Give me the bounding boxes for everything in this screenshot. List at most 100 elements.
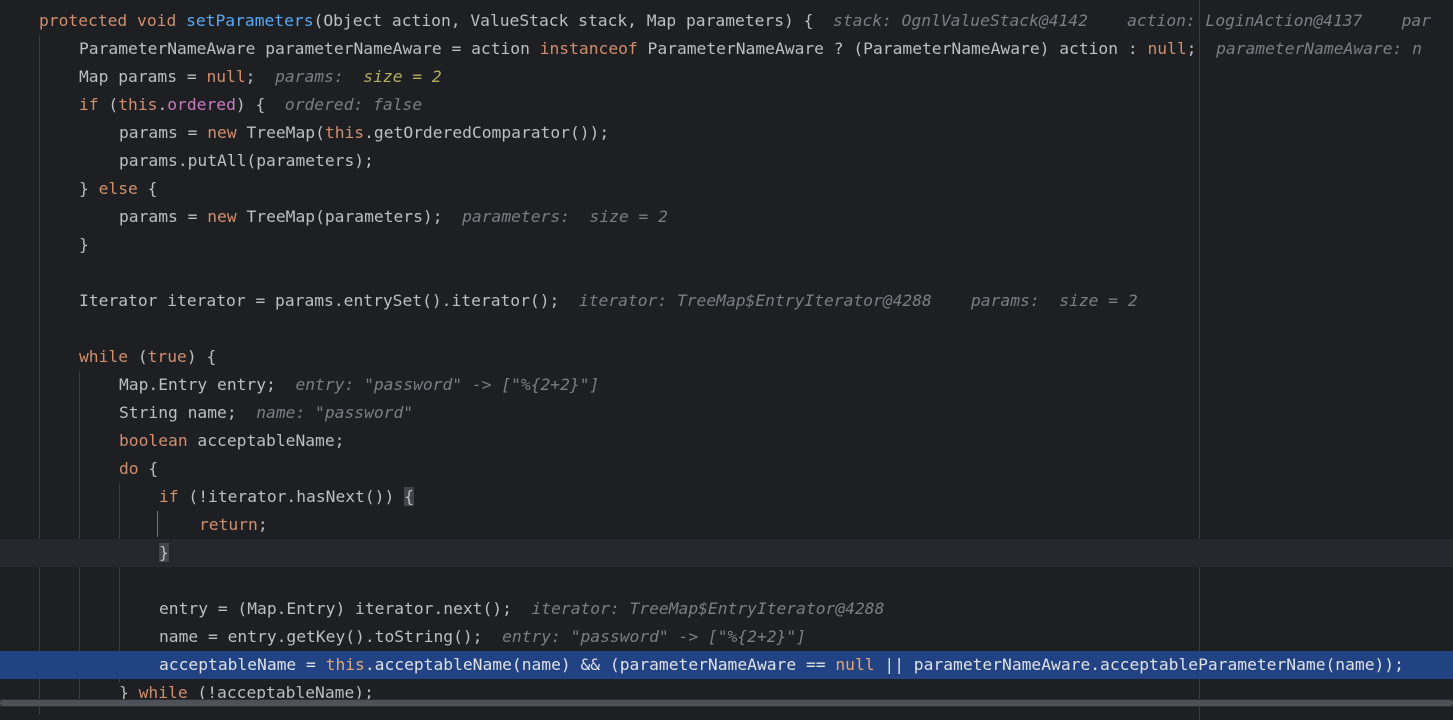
code-line[interactable]: } else { (0, 175, 1453, 203)
code-line[interactable] (0, 315, 1453, 343)
code-text: entry = (Map.Entry) iterator.next(); ite… (159, 595, 884, 623)
debug-inline-hint: iterator: TreeMap$EntryIterator@4288 par… (559, 291, 1138, 310)
code-token: } (79, 235, 89, 254)
code-token: params.putAll(parameters); (119, 151, 374, 170)
code-line[interactable]: params.putAll(parameters); (0, 147, 1453, 175)
code-token: Map.Entry entry; (119, 375, 276, 394)
code-token: null (835, 655, 875, 674)
debug-inline-hint: size = 2 (363, 67, 442, 86)
code-token: if (159, 487, 179, 506)
code-token: do (119, 459, 139, 478)
code-token: .getOrderedComparator()); (364, 123, 610, 142)
code-token: return (199, 515, 258, 534)
debug-inline-hint: parameterNameAware: n (1196, 39, 1422, 58)
code-text: do { (119, 455, 158, 483)
debug-inline-hint: entry: "password" -> ["%{2+2}"] (482, 627, 806, 646)
code-token: setParameters (186, 11, 314, 30)
debug-inline-hint: ordered: false (265, 95, 423, 114)
code-token: . (157, 95, 168, 114)
code-text: if (!iterator.hasNext()) { (159, 483, 414, 511)
code-token: String name; (119, 403, 237, 422)
code-line[interactable]: params = new TreeMap(this.getOrderedComp… (0, 119, 1453, 147)
code-line[interactable]: } (0, 231, 1453, 259)
code-line[interactable]: return; (0, 511, 1453, 539)
code-line[interactable]: params = new TreeMap(parameters); parame… (0, 203, 1453, 231)
code-text: boolean acceptableName; (119, 427, 344, 455)
code-token: ParameterNameAware parameterNameAware = … (79, 39, 540, 58)
code-text: ParameterNameAware parameterNameAware = … (79, 35, 1422, 63)
code-token: acceptableName; (187, 431, 345, 450)
code-token: this (118, 95, 158, 114)
scrollbar-thumb[interactable] (0, 700, 1453, 706)
code-line[interactable]: if (this.ordered) { ordered: false (0, 91, 1453, 119)
code-line[interactable]: if (!iterator.hasNext()) { (0, 483, 1453, 511)
code-token: null (1147, 39, 1187, 58)
code-token: new (207, 123, 237, 142)
code-token: .acceptableName(name) && (parameterNameA… (364, 655, 836, 674)
code-token: instanceof (539, 39, 638, 58)
code-token: entry = (Map.Entry) iterator.next(); (159, 599, 512, 618)
code-token: else (98, 179, 138, 198)
debug-inline-hint: entry: "password" -> ["%{2+2}"] (275, 375, 600, 394)
code-token: ParameterNameAware ? (ParameterNameAware… (637, 39, 1148, 58)
code-token: params = (119, 123, 208, 142)
code-line[interactable] (0, 259, 1453, 287)
code-line[interactable] (0, 567, 1453, 595)
code-text: params = new TreeMap(parameters); parame… (119, 203, 668, 231)
code-line[interactable]: while (true) { (0, 343, 1453, 371)
code-text: Map params = null; params: size = 2 (79, 63, 442, 91)
code-text: params.putAll(parameters); (119, 147, 374, 175)
code-text: Map.Entry entry; entry: "password" -> ["… (119, 371, 599, 399)
code-line[interactable]: Iterator iterator = params.entrySet().it… (0, 287, 1453, 315)
code-editor[interactable]: ' ' ' ' protected void setParameters(Obj… (0, 0, 1453, 720)
horizontal-scrollbar[interactable] (0, 699, 1453, 707)
code-token: || parameterNameAware.acceptableParamete… (874, 655, 1404, 674)
code-line[interactable]: Map.Entry entry; entry: "password" -> ["… (0, 371, 1453, 399)
code-token: while (79, 347, 129, 366)
code-text: } (159, 539, 169, 567)
code-text: if (this.ordered) { ordered: false (79, 91, 422, 119)
code-token: this (325, 655, 365, 674)
code-token: TreeMap( (236, 123, 325, 142)
code-text: } else { (79, 175, 157, 203)
code-token: ) { (186, 347, 217, 366)
code-token: ; (245, 67, 256, 86)
code-token: ( (98, 95, 119, 114)
code-token: } (159, 543, 169, 562)
code-text: return; (199, 511, 268, 539)
code-token: (Object action, ValueStack stack, Map pa… (313, 11, 814, 30)
code-line[interactable]: } (0, 539, 1453, 567)
debug-inline-hint: params: (255, 67, 364, 86)
execution-point-line[interactable]: acceptableName = this.acceptableName(nam… (0, 651, 1453, 679)
code-token: (!iterator.hasNext()) (178, 487, 405, 506)
code-token: acceptableName = (159, 655, 326, 674)
code-token: Iterator iterator = params.entrySet().it… (79, 291, 560, 310)
code-token: name = entry.getKey().toString(); (159, 627, 483, 646)
code-token: void (137, 11, 177, 30)
code-line[interactable]: Map params = null; params: size = 2 (0, 63, 1453, 91)
code-token: new (207, 207, 237, 226)
code-token: ordered (167, 95, 236, 114)
code-token: { (138, 459, 159, 478)
code-token: this (324, 123, 365, 142)
code-token: if (79, 95, 99, 114)
code-token: boolean (119, 431, 188, 450)
code-line[interactable]: protected void setParameters(Object acti… (0, 7, 1453, 35)
code-token: } (79, 179, 99, 198)
code-line[interactable]: boolean acceptableName; (0, 427, 1453, 455)
code-token: protected (39, 11, 128, 30)
code-line[interactable]: String name; name: "password" (0, 399, 1453, 427)
code-token: ( (128, 347, 148, 366)
code-token: Map params = (79, 67, 207, 86)
debug-inline-hint: stack: OgnlValueStack@4142 action: Login… (813, 11, 1431, 30)
code-line[interactable]: entry = (Map.Entry) iterator.next(); ite… (0, 595, 1453, 623)
code-line[interactable]: ParameterNameAware parameterNameAware = … (0, 35, 1453, 63)
code-token: true (147, 347, 187, 366)
code-line[interactable]: do { (0, 455, 1453, 483)
code-line[interactable]: name = entry.getKey().toString(); entry:… (0, 623, 1453, 651)
code-text: while (true) { (79, 343, 216, 371)
code-text: acceptableName = this.acceptableName(nam… (159, 651, 1404, 679)
code-text: Iterator iterator = params.entrySet().it… (79, 287, 1138, 315)
code-text: String name; name: "password" (119, 399, 413, 427)
